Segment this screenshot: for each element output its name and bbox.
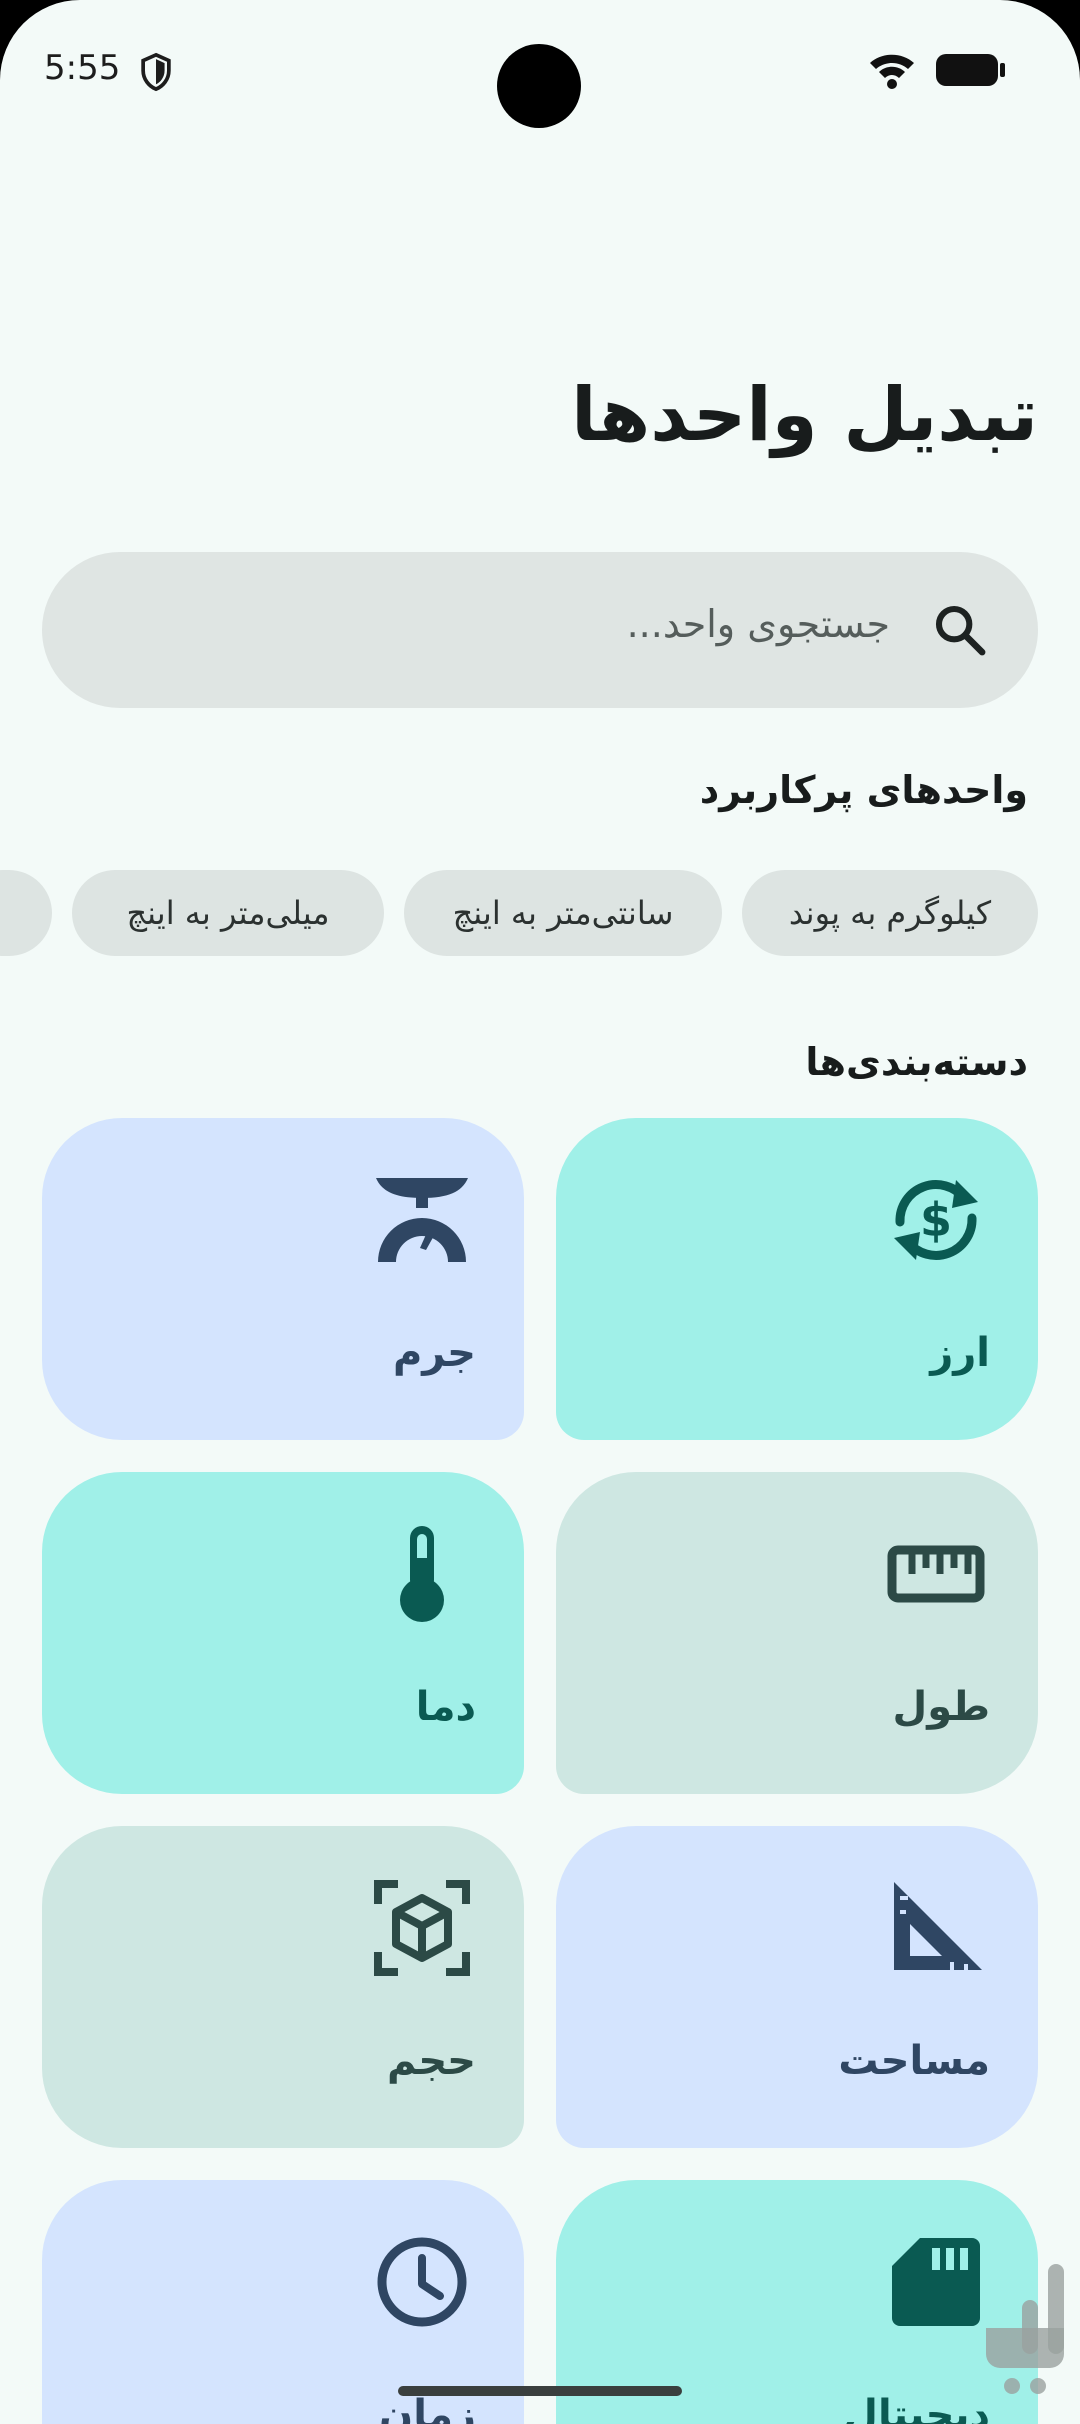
category-label-currency: ارز [930,1330,990,1376]
ruler-icon [887,1545,985,1603]
chip-partial[interactable] [0,870,52,956]
shield-icon [141,52,171,92]
category-card-mass[interactable]: جرم [42,1118,524,1440]
category-label-area: مساحت [838,2038,990,2084]
popular-units-title: واحدهای پرکاربرد [699,768,1028,812]
wifi-icon [870,54,914,89]
category-label-time: زمان [379,2392,476,2424]
search-input[interactable]: جستجوی واحد... [627,602,890,646]
scale-icon [376,1178,468,1262]
status-bar: 5:55 [0,0,1080,140]
chip-mm-to-inch[interactable]: میلی‌متر به اینچ [72,870,384,956]
category-label-digital: دیجیتال [843,2392,990,2424]
search-icon[interactable] [932,602,988,658]
svg-text:$: $ [920,1193,952,1247]
store-watermark-logo [986,2264,1064,2394]
cube-icon [374,1880,470,1976]
category-label-length: طول [892,1684,990,1730]
search-bar[interactable]: جستجوی واحد... [42,552,1038,708]
thermometer-icon [400,1526,444,1622]
battery-icon [936,54,1005,86]
category-card-length[interactable]: طول [556,1472,1038,1794]
category-label-volume: حجم [386,2038,476,2084]
chip-kg-to-lb[interactable]: کیلوگرم به پوند [742,870,1038,956]
sd-card-icon [892,2238,980,2326]
category-card-temperature[interactable]: دما [42,1472,524,1794]
category-label-mass: جرم [392,1330,476,1376]
category-card-volume[interactable]: حجم [42,1826,524,2148]
category-label-temperature: دما [415,1684,476,1730]
home-indicator[interactable] [398,2386,682,2396]
page-title: تبدیل واحدها [571,372,1038,458]
status-time: 5:55 [44,48,121,88]
app-screen: 5:55 تبدیل واحدها جستجوی واحد... واحدهای… [0,0,1080,2424]
clock-icon [377,2237,467,2327]
front-camera [497,44,581,128]
chip-cm-to-inch[interactable]: سانتی‌متر به اینچ [404,870,722,956]
category-card-area[interactable]: مساحت [556,1826,1038,2148]
set-square-icon [894,1882,982,1970]
categories-title: دسته‌بندی‌ها [805,1040,1028,1084]
category-card-currency[interactable]: $ ارز [556,1118,1038,1440]
currency-exchange-icon: $ [894,1180,978,1260]
